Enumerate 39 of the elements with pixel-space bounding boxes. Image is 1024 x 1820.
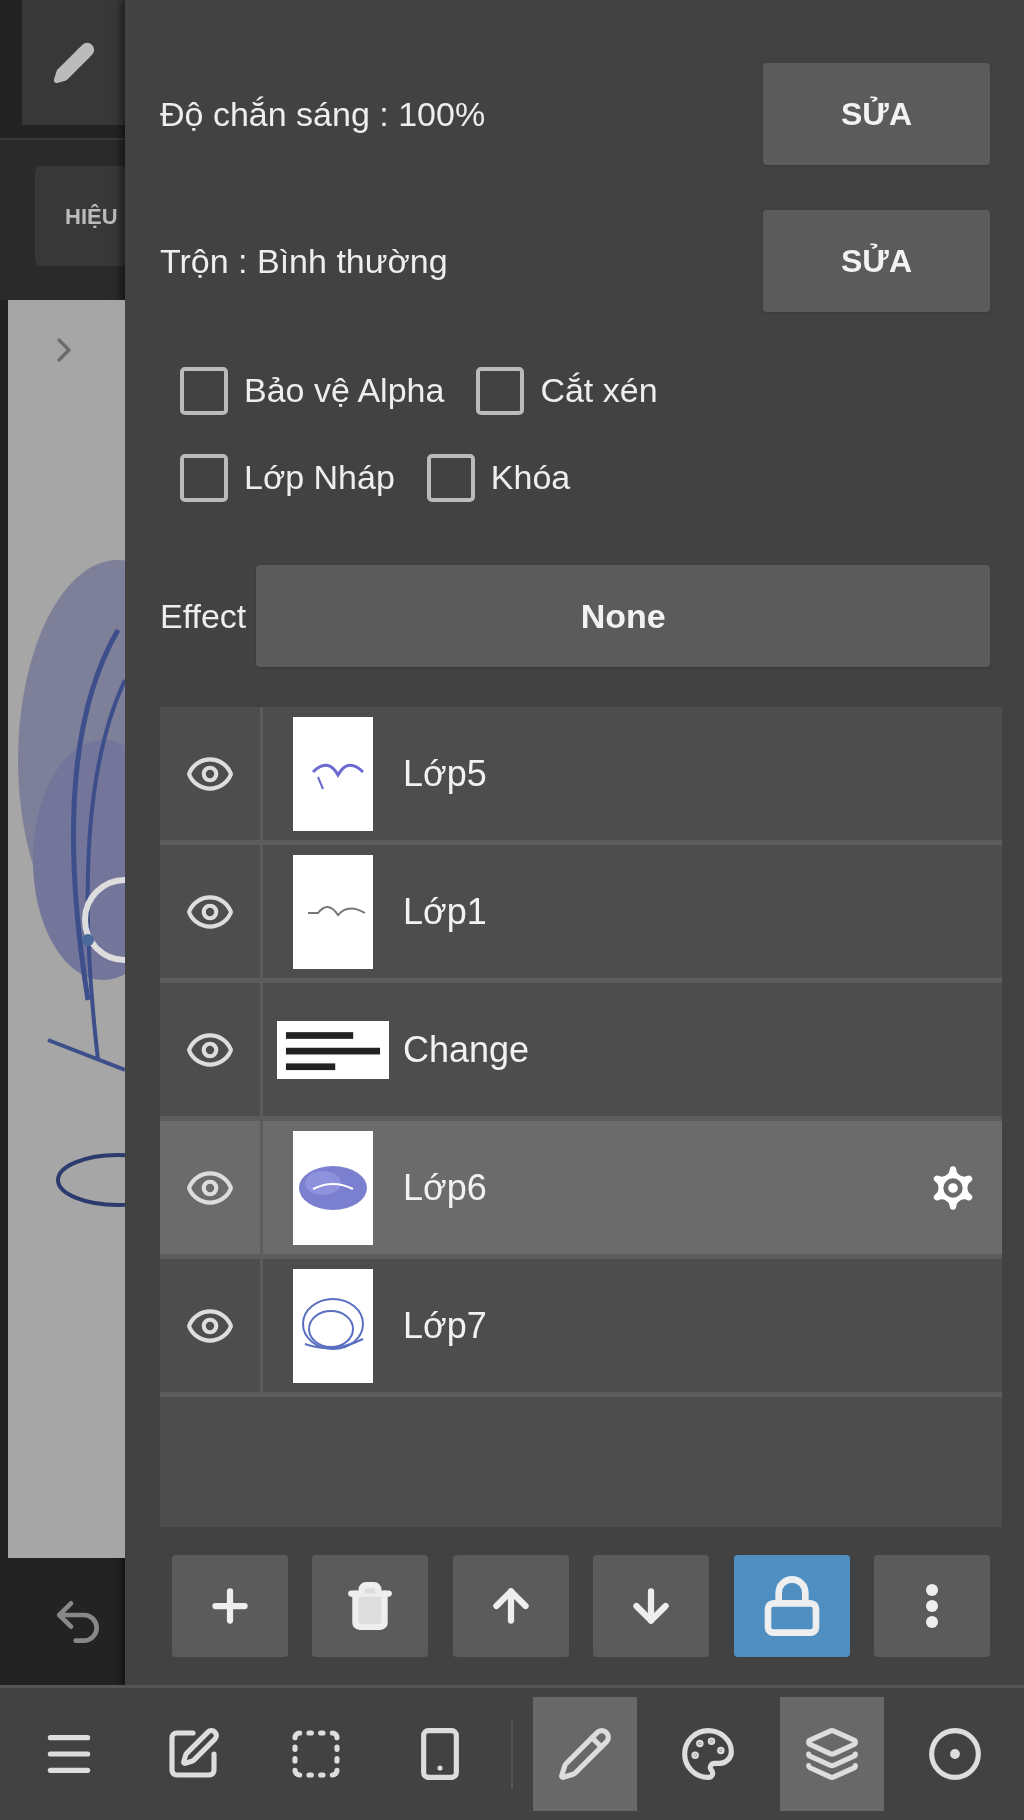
effect-tab[interactable]: HIỆU	[35, 166, 125, 266]
checkbox-label: Lớp Nháp	[244, 457, 395, 498]
checkbox-label: Bảo vệ Alpha	[244, 370, 445, 411]
palette-icon	[680, 1726, 736, 1782]
opacity-label: Độ chắn sáng : 100%	[160, 93, 486, 135]
checkbox[interactable]	[426, 453, 475, 502]
move-up-button[interactable]	[452, 1555, 569, 1657]
layer-name: Lớp7	[403, 1303, 488, 1348]
delete-button[interactable]	[312, 1555, 429, 1657]
layer-name: Lớp5	[403, 751, 488, 796]
move-down-button[interactable]	[593, 1555, 710, 1657]
add-button[interactable]	[172, 1555, 288, 1657]
layer-row[interactable]: Lớp5	[160, 707, 1002, 845]
checkbox-label: Khóa	[490, 457, 571, 498]
layers-icon	[803, 1726, 860, 1782]
more-icon	[924, 1583, 939, 1629]
blend-mode-label: Trộn : Bình thường	[160, 240, 448, 282]
pencil-icon	[556, 1726, 613, 1782]
edit-button[interactable]: SỬA	[763, 210, 990, 312]
layer-name: Change	[403, 1027, 531, 1072]
layer-row[interactable]: Lớp7	[160, 1259, 1002, 1397]
pencil-icon	[51, 40, 96, 85]
effect-button[interactable]: None	[256, 565, 990, 667]
pencil-button[interactable]	[22, 0, 125, 125]
layer-row[interactable]: Lớp1	[160, 845, 1002, 983]
effect-label: Effect	[160, 595, 247, 637]
lock-button[interactable]	[733, 1555, 850, 1657]
layer-row[interactable]: Change	[160, 983, 1002, 1121]
layer-name: Lớp6	[403, 1165, 488, 1210]
checkbox[interactable]	[180, 366, 228, 415]
checkbox[interactable]	[476, 366, 525, 415]
layer-row[interactable]: Lớp6	[160, 1121, 1002, 1259]
edit-button[interactable]: SỬA	[763, 63, 990, 165]
pencil-tool[interactable]	[532, 1697, 637, 1811]
checkbox-label: Cắt xén	[540, 370, 658, 411]
checkbox[interactable]	[180, 453, 228, 502]
layers-tool[interactable]	[779, 1697, 884, 1811]
layer-name: Lớp1	[403, 889, 488, 934]
more-button[interactable]	[873, 1555, 990, 1657]
